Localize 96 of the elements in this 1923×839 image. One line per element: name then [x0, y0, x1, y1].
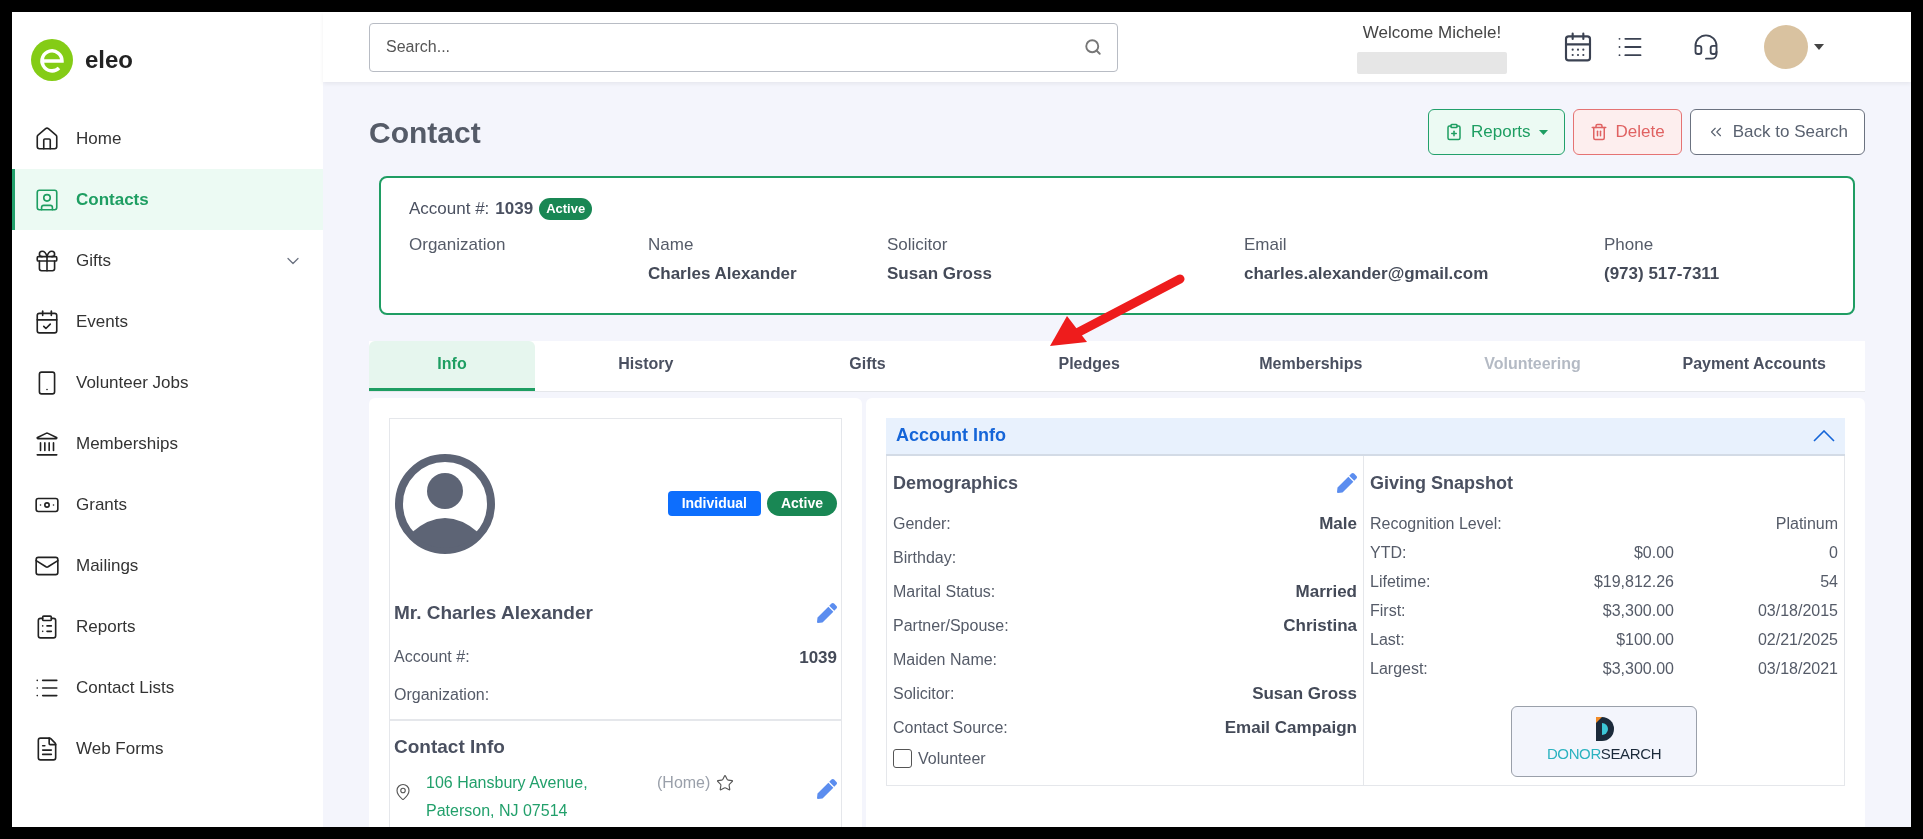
caret-icon[interactable]: [1814, 44, 1824, 50]
row-label: Solicitor:: [893, 683, 955, 704]
sidebar-item[interactable]: Memberships: [12, 413, 323, 474]
row-label: Partner/Spouse:: [893, 615, 1009, 636]
page-title: Contact: [369, 114, 481, 151]
search-field[interactable]: Search...: [369, 22, 1118, 72]
sidebar-item[interactable]: Events: [12, 291, 323, 352]
contact-name: Mr. Charles Alexander: [394, 600, 593, 625]
row-label: Organization:: [394, 684, 490, 705]
tab[interactable]: Pledges: [978, 340, 1200, 391]
detail-value: 54: [1819, 572, 1838, 592]
search-icon[interactable]: [1084, 37, 1102, 56]
row-value: Platinum: [1775, 514, 1838, 534]
location-pin-icon: [394, 783, 412, 801]
person-silhouette-icon: [394, 452, 496, 555]
row-label: Recognition Level:: [1370, 514, 1502, 534]
field-value: Susan Gross: [887, 263, 993, 285]
star-icon[interactable]: [716, 774, 735, 792]
checkbox-label: Volunteer: [918, 748, 986, 769]
row-label: Marital Status:: [893, 581, 996, 602]
pencil-icon[interactable]: [1337, 473, 1357, 493]
section-title: Giving Snapshot: [1370, 471, 1514, 495]
tag-badge: Active: [766, 491, 837, 516]
tab[interactable]: History: [535, 340, 757, 391]
amount-value: $0.00: [1632, 543, 1674, 563]
row-label: Gender:: [893, 513, 951, 534]
row-label: First:: [1370, 601, 1407, 621]
detail-value: 03/18/2015: [1756, 601, 1838, 621]
status-badge: Active: [539, 198, 593, 220]
sidebar-item[interactable]: Reports: [12, 596, 323, 657]
detail-value: 02/21/2025: [1756, 630, 1838, 650]
sidebar-item[interactable]: Volunteer Jobs: [12, 352, 323, 413]
row-value: Christina: [1283, 614, 1357, 637]
brand-name: eleo: [85, 45, 134, 75]
nav-icon: [34, 247, 60, 274]
sidebar-item[interactable]: Mailings: [12, 535, 323, 596]
row-value: Email Campaign: [1224, 716, 1357, 739]
account-label: Account #:: [409, 198, 490, 220]
sidebar-item[interactable]: Contact Lists: [12, 657, 323, 718]
detail-value: 0: [1828, 543, 1838, 563]
clipboard-icon: [1445, 123, 1464, 141]
sidebar-item[interactable]: Gifts: [12, 230, 323, 291]
row-label: Birthday:: [893, 547, 957, 568]
row-value: 1039: [799, 647, 837, 669]
pencil-icon[interactable]: [817, 602, 837, 623]
field-label: Solicitor: [887, 233, 949, 256]
row-label: Largest:: [1370, 659, 1429, 679]
field-value: (973) 517-7311: [1604, 263, 1721, 285]
nav-icon: [34, 430, 60, 457]
section-title: Contact Info: [394, 735, 505, 757]
detail-value: 03/18/2021: [1756, 659, 1838, 679]
brand-logo-icon: [31, 39, 73, 81]
field-label: Name: [648, 233, 695, 256]
headset-icon[interactable]: [1692, 33, 1720, 61]
row-value: Male: [1319, 512, 1357, 535]
tab[interactable]: Gifts: [756, 340, 979, 391]
pencil-icon[interactable]: [817, 779, 837, 799]
accordion-header[interactable]: Account Info: [886, 417, 1845, 456]
address-type: (Home): [657, 773, 711, 793]
row-value: Married: [1295, 580, 1357, 603]
sidebar-item[interactable]: Grants: [12, 474, 323, 535]
field-value: Charles Alexander: [648, 263, 798, 285]
row-value: Susan Gross: [1252, 682, 1357, 705]
account-number: 1039: [495, 198, 534, 220]
field-label: Email: [1244, 233, 1288, 256]
chevron-up-icon: [1813, 429, 1835, 442]
donorsearch-button[interactable]: DONORSEARCH: [1511, 705, 1697, 777]
field-label: Phone: [1604, 233, 1655, 256]
nav-icon: [34, 125, 60, 152]
checkbox[interactable]: [893, 749, 912, 768]
amount-value: $3,300.00: [1601, 601, 1674, 621]
back-button[interactable]: Back to Search: [1689, 109, 1865, 155]
tab[interactable]: Memberships: [1200, 340, 1422, 391]
amount-value: $19,812.26: [1592, 572, 1674, 592]
field-value: charles.alexander@gmail.com: [1244, 263, 1490, 285]
tag-badge: Individual: [667, 491, 761, 516]
amount-value: $100.00: [1615, 630, 1674, 650]
welcome-text: Welcome Michele!: [1362, 22, 1502, 45]
row-label: Maiden Name:: [893, 649, 998, 670]
section-title: Demographics: [893, 471, 1019, 495]
sidebar-item[interactable]: Home: [12, 108, 323, 169]
row-label: YTD:: [1370, 543, 1408, 563]
field-label: Organization: [409, 233, 507, 256]
trash-icon: [1589, 123, 1608, 141]
amount-value: $3,300.00: [1601, 659, 1674, 679]
tab[interactable]: Payment Accounts: [1643, 340, 1866, 391]
row-label: Contact Source:: [893, 717, 1008, 738]
donorsearch-logo-icon: [1594, 716, 1614, 741]
row-label: Last:: [1370, 630, 1406, 650]
calendar-icon[interactable]: [1562, 31, 1594, 63]
caret-icon: [1538, 129, 1548, 135]
nav-icon: [34, 186, 60, 213]
nav-icon: [34, 308, 60, 335]
sidebar-item[interactable]: Web Forms: [12, 718, 323, 779]
row-label: Account #:: [394, 647, 470, 667]
row-label: Lifetime:: [1370, 572, 1432, 592]
